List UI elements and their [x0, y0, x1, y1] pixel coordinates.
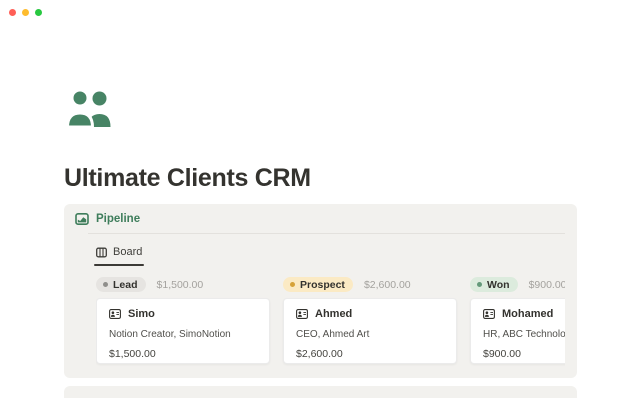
- chart-icon: [75, 212, 89, 226]
- next-section-panel: [64, 386, 577, 398]
- zoom-button[interactable]: [35, 9, 42, 16]
- card-mohamed[interactable]: Mohamed HR, ABC Technology $900.00: [470, 298, 565, 364]
- status-dot-icon: [290, 282, 295, 287]
- status-label: Won: [487, 279, 510, 291]
- column-won: Won $900.00 Mohamed: [470, 277, 565, 372]
- people-icon[interactable]: [66, 88, 113, 127]
- pipeline-panel: Pipeline Board Lead $1,500.00: [64, 204, 577, 378]
- status-dot-icon: [477, 282, 482, 287]
- close-button[interactable]: [9, 9, 16, 16]
- header-divider: [88, 233, 565, 234]
- contact-role: CEO, Ahmed Art: [296, 329, 444, 340]
- status-label: Prospect: [300, 279, 345, 291]
- column-lead: Lead $1,500.00 Simo: [96, 277, 270, 372]
- minimize-button[interactable]: [22, 9, 29, 16]
- status-badge[interactable]: Prospect: [283, 277, 353, 292]
- contact-card-icon: [296, 309, 308, 319]
- card-ahmed[interactable]: Ahmed CEO, Ahmed Art $2,600.00: [283, 298, 457, 364]
- column-sum: $900.00: [529, 279, 565, 291]
- contact-name: Mohamed: [502, 308, 553, 320]
- page-title: Ultimate Clients CRM: [64, 164, 311, 193]
- contact-amount: $1,500.00: [109, 348, 257, 360]
- contact-name: Ahmed: [315, 308, 352, 320]
- status-label: Lead: [113, 279, 138, 291]
- contact-card-icon: [483, 309, 495, 319]
- card-simo[interactable]: Simo Notion Creator, SimoNotion $1,500.0…: [96, 298, 270, 364]
- column-prospect: Prospect $2,600.00 Ahmed: [283, 277, 457, 372]
- status-badge[interactable]: Won: [470, 277, 518, 292]
- tab-board[interactable]: Board: [96, 246, 142, 258]
- window-controls: [9, 9, 42, 16]
- contact-name: Simo: [128, 308, 155, 320]
- contact-role: HR, ABC Technology: [483, 329, 565, 340]
- tab-board-label: Board: [113, 246, 142, 258]
- column-header: Won $900.00: [470, 277, 565, 292]
- column-header: Prospect $2,600.00: [283, 277, 457, 292]
- contact-card-icon: [109, 309, 121, 319]
- column-header: Lead $1,500.00: [96, 277, 270, 292]
- status-dot-icon: [103, 282, 108, 287]
- board-icon: [96, 247, 107, 258]
- column-sum: $2,600.00: [364, 279, 411, 291]
- kanban-board: Lead $1,500.00 Simo: [96, 277, 565, 372]
- contact-amount: $900.00: [483, 348, 565, 360]
- status-badge[interactable]: Lead: [96, 277, 146, 292]
- database-title: Pipeline: [96, 213, 140, 225]
- pipeline-header[interactable]: Pipeline: [75, 212, 140, 226]
- contact-role: Notion Creator, SimoNotion: [109, 329, 257, 340]
- column-sum: $1,500.00: [157, 279, 204, 291]
- contact-amount: $2,600.00: [296, 348, 444, 360]
- active-tab-indicator: [94, 264, 144, 266]
